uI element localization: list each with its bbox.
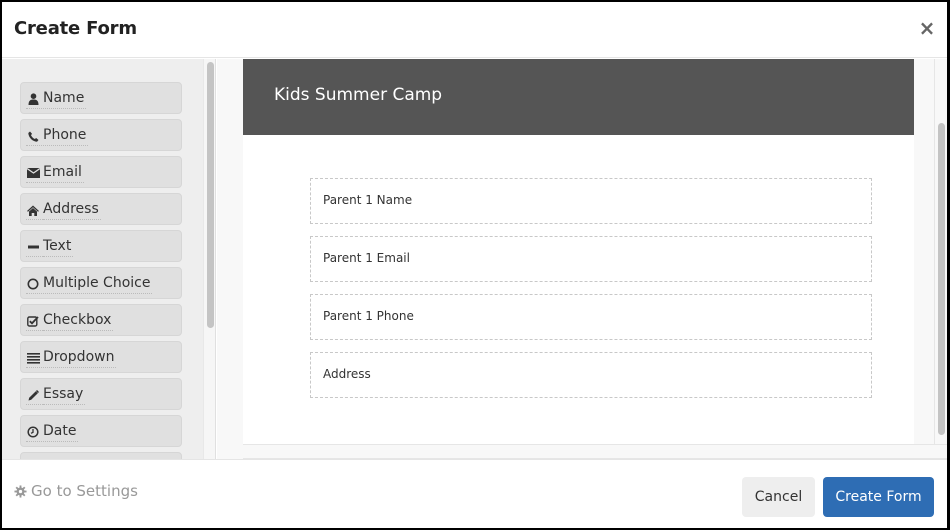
circle-icon — [26, 277, 40, 291]
go-to-settings-link[interactable]: Go to Settings — [14, 482, 138, 500]
field-palette: Name Phone Email Address Text Multiple C… — [2, 59, 216, 459]
modal-body: Name Phone Email Address Text Multiple C… — [2, 59, 947, 459]
gear-icon — [14, 484, 27, 498]
form-field[interactable]: Parent 1 Name — [310, 178, 872, 224]
user-icon — [26, 92, 40, 106]
palette-item-label: Essay — [25, 385, 86, 405]
palette-item-label: Name — [25, 89, 87, 109]
check-square-icon — [26, 314, 40, 328]
palette-item-label: Text — [25, 237, 74, 257]
close-button[interactable]: × — [917, 16, 937, 40]
palette-scroll-thumb[interactable] — [207, 62, 214, 328]
palette-item-label: Email — [26, 163, 84, 183]
form-field[interactable]: Address — [310, 352, 872, 398]
palette-item-label: Checkbox — [25, 311, 114, 331]
palette-item-label: Address — [26, 200, 101, 220]
field-label: Address — [323, 367, 371, 381]
palette-item-name[interactable]: Name — [20, 82, 182, 114]
modal-title: Create Form — [14, 18, 137, 39]
list-icon — [26, 351, 40, 365]
palette-item-dropdown[interactable]: Dropdown — [20, 341, 182, 373]
palette-item-phone[interactable]: Phone — [20, 119, 182, 151]
palette-scrollbar[interactable] — [203, 59, 216, 459]
palette-item-essay[interactable]: Essay — [20, 378, 182, 410]
form-canvas: Kids Summer Camp Parent 1 Name Parent 1 … — [243, 59, 914, 444]
palette-item-label: Multiple Choice — [25, 274, 153, 294]
palette-item-text[interactable]: Text — [20, 230, 182, 262]
palette-item-multiple-choice[interactable]: Multiple Choice — [20, 267, 182, 299]
envelope-icon — [26, 166, 40, 180]
clock-icon — [26, 425, 40, 439]
field-label: Parent 1 Name — [323, 193, 413, 207]
form-header[interactable]: Kids Summer Camp — [243, 59, 914, 135]
form-canvas-area: Kids Summer Camp Parent 1 Name Parent 1 … — [217, 59, 947, 459]
settings-label: Go to Settings — [31, 482, 138, 500]
form-title: Kids Summer Camp — [274, 85, 443, 105]
palette-list: Name Phone Email Address Text Multiple C… — [20, 82, 182, 459]
canvas-bottom-edge — [243, 444, 947, 459]
pencil-icon — [26, 388, 40, 402]
palette-item-partial[interactable] — [20, 452, 182, 459]
palette-item-label: Phone — [25, 126, 89, 146]
canvas-scroll-thumb[interactable] — [938, 123, 945, 435]
modal-footer: Go to Settings Cancel Create Form — [2, 459, 947, 528]
canvas-scrollbar[interactable] — [934, 59, 947, 444]
palette-item-label: Date — [25, 422, 79, 442]
form-field[interactable]: Parent 1 Phone — [310, 294, 872, 340]
field-label: Parent 1 Phone — [323, 309, 414, 323]
close-icon: × — [918, 16, 936, 40]
palette-item-email[interactable]: Email — [20, 156, 182, 188]
palette-item-date[interactable]: Date — [20, 415, 182, 447]
create-form-button[interactable]: Create Form — [823, 477, 934, 517]
cancel-button[interactable]: Cancel — [742, 477, 815, 517]
palette-item-label: Dropdown — [25, 348, 117, 368]
palette-item-address[interactable]: Address — [20, 193, 182, 225]
form-field[interactable]: Parent 1 Email — [310, 236, 872, 282]
field-label: Parent 1 Email — [323, 251, 410, 265]
modal-header: Create Form × — [2, 2, 947, 58]
phone-icon — [26, 129, 40, 143]
palette-item-checkbox[interactable]: Checkbox — [20, 304, 182, 336]
minus-icon — [26, 240, 40, 254]
create-form-modal: Create Form × Name Phone Email Address T… — [2, 2, 947, 528]
home-icon — [26, 203, 40, 217]
